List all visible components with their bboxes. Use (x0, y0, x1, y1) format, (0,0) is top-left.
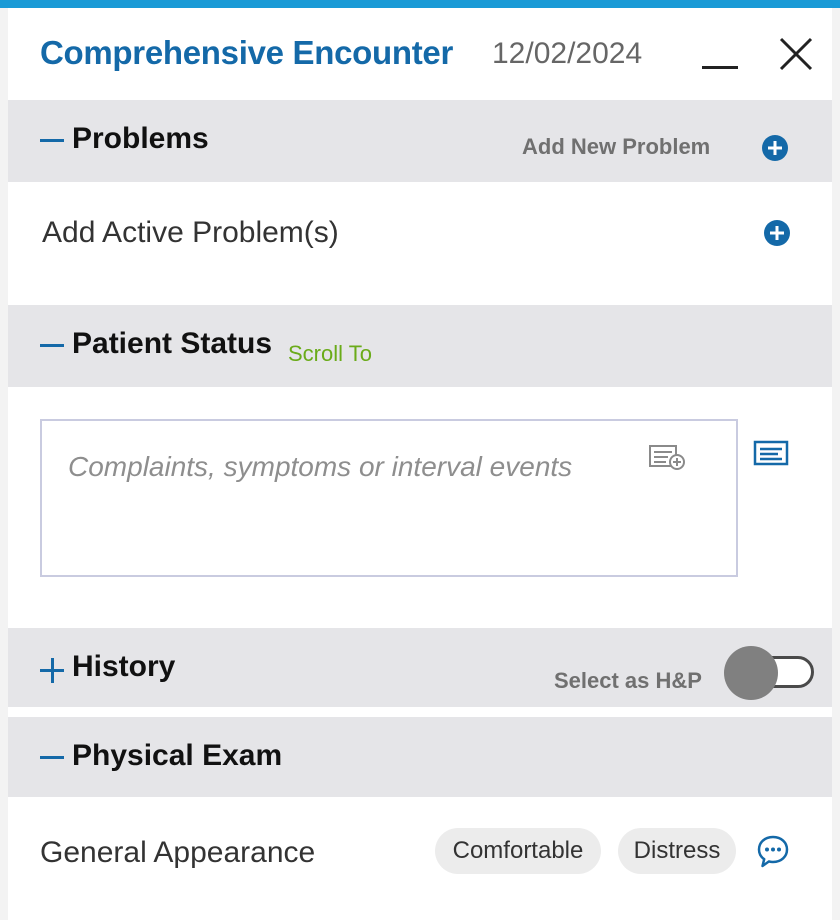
patient-status-section-header: Patient Status Scroll To (8, 305, 832, 387)
minus-icon (40, 139, 64, 142)
toggle-knob (724, 646, 778, 700)
general-appearance-label: General Appearance (40, 836, 316, 869)
add-active-problem-plus-icon[interactable] (764, 220, 790, 246)
window-right-edge (832, 8, 840, 920)
section-divider (8, 707, 832, 717)
page-title: Comprehensive Encounter (40, 34, 454, 71)
problems-collapse-toggle[interactable] (40, 122, 64, 158)
window-top-accent-bar (0, 0, 840, 8)
patient-status-collapse-toggle[interactable] (40, 327, 64, 363)
history-expand-toggle[interactable] (40, 650, 64, 686)
history-section-title: History (72, 650, 176, 683)
history-section-header: History Select as H&P (8, 628, 832, 707)
add-new-problem-plus-icon[interactable] (762, 135, 788, 161)
minimize-icon[interactable] (698, 44, 738, 84)
plus-icon-vertical (50, 658, 54, 683)
patient-status-section-title: Patient Status (72, 327, 273, 360)
select-as-hp-toggle[interactable] (724, 646, 818, 700)
add-new-problem-link[interactable]: Add New Problem (522, 134, 710, 160)
minus-icon (40, 344, 64, 347)
scroll-to-link[interactable]: Scroll To (288, 341, 372, 367)
template-add-icon[interactable] (648, 443, 686, 471)
encounter-panel: Comprehensive Encounter 12/02/2024 Probl… (8, 8, 832, 920)
template-icon[interactable] (752, 438, 792, 468)
encounter-date: 12/02/2024 (492, 37, 643, 70)
window-left-edge (0, 8, 8, 920)
patient-status-placeholder: Complaints, symptoms or interval events (68, 451, 573, 482)
physical-exam-collapse-toggle[interactable] (40, 739, 64, 775)
select-as-hp-label: Select as H&P (554, 668, 702, 693)
minus-icon (40, 756, 64, 759)
add-active-problems-label[interactable]: Add Active Problem(s) (42, 216, 339, 250)
problems-section-header: Problems Add New Problem (8, 100, 832, 182)
panel-header: Comprehensive Encounter 12/02/2024 (8, 8, 832, 100)
close-icon[interactable] (778, 36, 814, 72)
option-distress-chip[interactable]: Distress (618, 828, 736, 874)
option-comfortable-chip[interactable]: Comfortable (435, 828, 601, 874)
patient-status-textarea[interactable]: Complaints, symptoms or interval events (40, 419, 738, 577)
problems-section-title: Problems (72, 122, 209, 155)
physical-exam-section-title: Physical Exam (72, 739, 283, 772)
chat-bubble-icon[interactable] (756, 834, 790, 870)
physical-exam-section-header: Physical Exam (8, 717, 832, 797)
